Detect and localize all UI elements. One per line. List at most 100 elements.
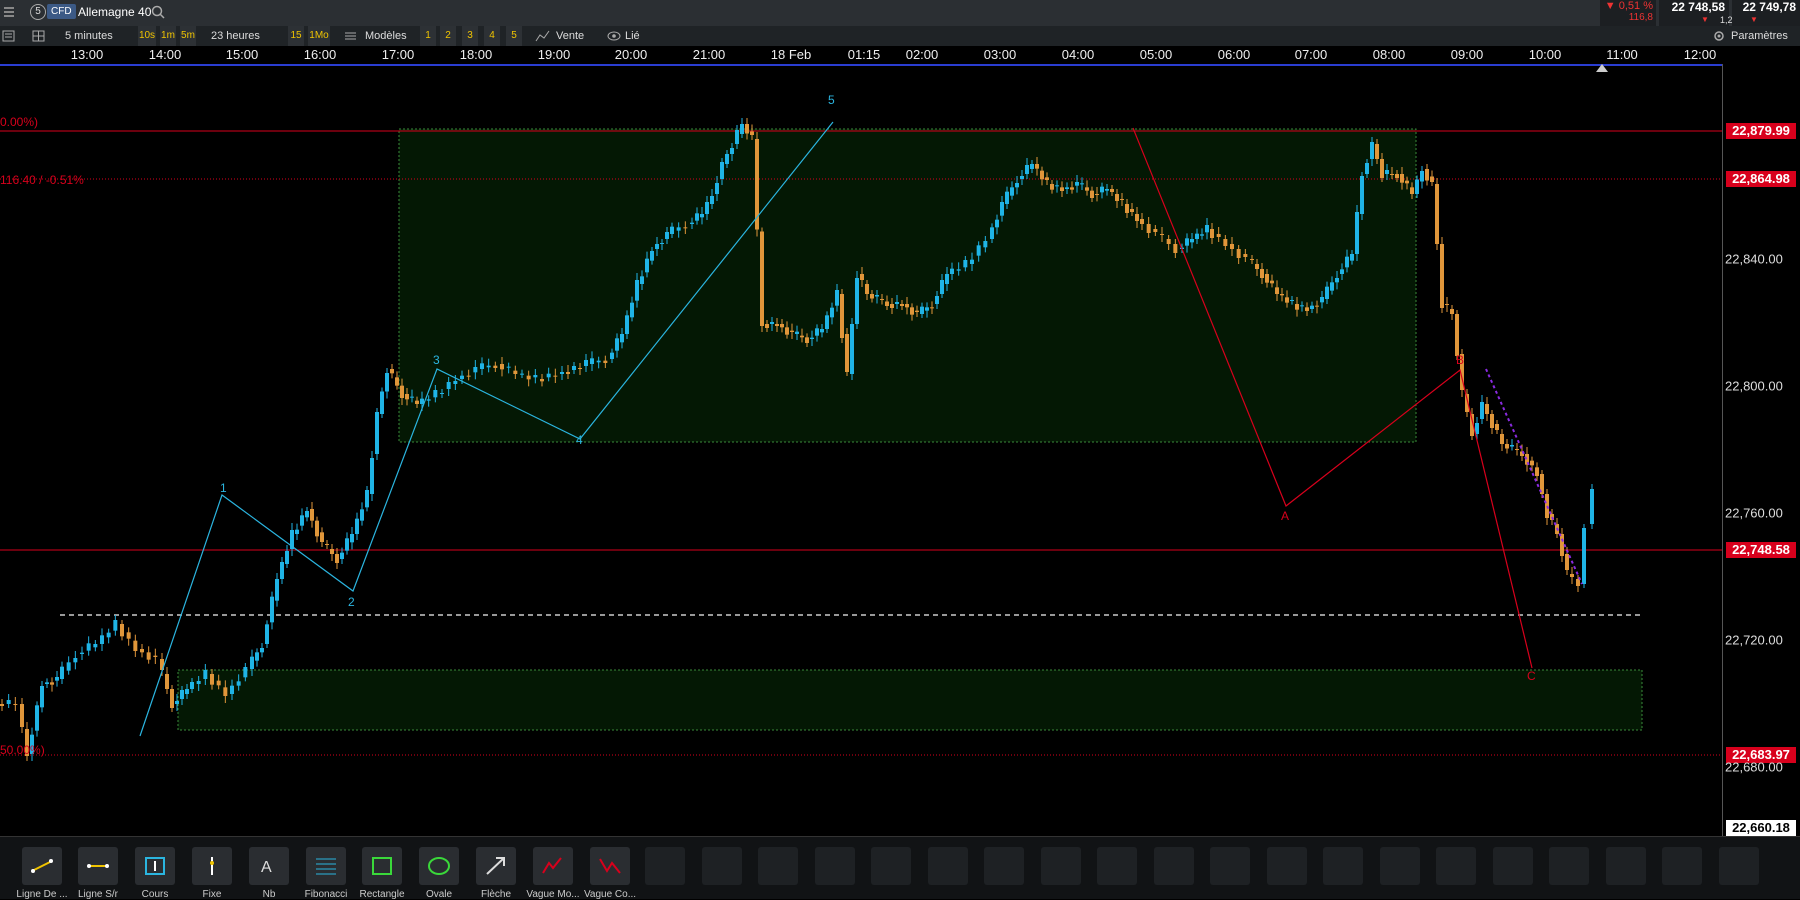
wave-corrective-tool-button[interactable] — [590, 847, 630, 885]
support-zone[interactable] — [177, 669, 1643, 731]
price-axis[interactable]: 22,879.99 22,864.98 22,840.00 22,800.00 … — [1722, 64, 1800, 836]
empty-tool-slot[interactable] — [1719, 847, 1759, 885]
timeframe-select[interactable]: 5 minutes — [62, 26, 116, 46]
candle-body — [1095, 194, 1099, 195]
list-icon[interactable] — [2, 26, 16, 46]
empty-tool-slot[interactable] — [645, 847, 685, 885]
fixed-tool-button[interactable] — [192, 847, 232, 885]
layout-icon[interactable] — [32, 26, 46, 46]
price-tag-bottom: 22,660.18 — [1726, 820, 1796, 836]
models-icon[interactable] — [344, 26, 358, 46]
candle-body — [1530, 460, 1534, 466]
empty-tool-slot[interactable] — [1606, 847, 1646, 885]
time-tick: 04:00 — [1061, 47, 1095, 62]
candle-body — [473, 367, 478, 373]
purple-trendline[interactable] — [1485, 368, 1583, 585]
trendline-tool-button[interactable] — [22, 847, 62, 885]
candle-body — [300, 515, 304, 526]
empty-tool-slot[interactable] — [758, 847, 798, 885]
models-button[interactable]: Modèles — [362, 26, 410, 46]
empty-tool-slot[interactable] — [702, 847, 742, 885]
empty-tool-slot[interactable] — [1380, 847, 1420, 885]
instrument-name[interactable]: Allemagne 40 — [78, 5, 151, 19]
candle-body — [345, 538, 349, 551]
empty-tool-slot[interactable] — [1493, 847, 1533, 885]
empty-tool-slot[interactable] — [1662, 847, 1702, 885]
duration-1mo-button[interactable]: 1Mo — [308, 26, 330, 46]
candle-body — [690, 222, 694, 224]
candle-body — [1275, 287, 1279, 294]
candle-body — [73, 658, 78, 663]
model-3-button[interactable]: 3 — [462, 26, 478, 46]
sell-icon[interactable] — [535, 26, 551, 46]
candle-body — [380, 391, 384, 414]
ask-box[interactable]: 22 749,78 ▼ — [1732, 0, 1800, 26]
model-1-button[interactable]: 1 — [420, 26, 436, 46]
bid-box[interactable]: 22 748,58 ▼ — [1659, 0, 1729, 26]
price-tool-button[interactable] — [135, 847, 175, 885]
empty-tool-slot[interactable] — [1549, 847, 1589, 885]
candle-body — [1375, 144, 1379, 159]
candle-body — [140, 649, 144, 653]
empty-tool-slot[interactable] — [815, 847, 855, 885]
empty-tool-slot[interactable] — [871, 847, 911, 885]
model-5-button[interactable]: 5 — [506, 26, 522, 46]
empty-tool-slot[interactable] — [984, 847, 1024, 885]
candle-body — [655, 244, 659, 249]
empty-tool-slot[interactable] — [1267, 847, 1307, 885]
tf-10s-button[interactable]: 10s — [138, 26, 156, 46]
window-number-badge[interactable]: 5 — [30, 4, 46, 20]
tf-1m-button[interactable]: 1m — [160, 26, 176, 46]
candle-body — [775, 324, 779, 326]
candle-body — [113, 620, 118, 631]
empty-tool-slot[interactable] — [928, 847, 968, 885]
candle-body — [1295, 304, 1299, 310]
empty-tool-slot[interactable] — [1323, 847, 1363, 885]
candle-body — [1166, 239, 1171, 244]
wave-motive-tool-button[interactable] — [533, 847, 573, 885]
sr-line-tool-button[interactable] — [78, 847, 118, 885]
duration-15-button[interactable]: 15 — [288, 26, 304, 46]
price-chart[interactable]: 1 2 3 4 5 A B C 0.00%) 116.40 / -0.51% 5… — [0, 64, 1722, 836]
text-tool-button[interactable]: A — [249, 847, 289, 885]
tool-label: Fibonacci — [304, 889, 348, 900]
candle-body — [566, 372, 570, 374]
candle-body — [1505, 444, 1509, 449]
candle-body — [1243, 254, 1248, 257]
candle-body — [1216, 234, 1221, 237]
tool-label: Vague Co... — [583, 889, 637, 900]
candle-body — [1425, 169, 1429, 181]
sell-button[interactable]: Vente — [553, 26, 587, 46]
model-2-button[interactable]: 2 — [440, 26, 456, 46]
chart-area[interactable]: 1 2 3 4 5 A B C 0.00%) 116.40 / -0.51% 5… — [0, 64, 1722, 836]
candle-body — [1070, 187, 1074, 190]
empty-tool-slot[interactable] — [1041, 847, 1081, 885]
candle-body — [665, 232, 669, 239]
model-4-button[interactable]: 4 — [484, 26, 500, 46]
candle-body — [610, 352, 614, 359]
tf-5m-button[interactable]: 5m — [180, 26, 196, 46]
candle-body — [1325, 286, 1329, 299]
rectangle-tool-button[interactable] — [362, 847, 402, 885]
empty-tool-slot[interactable] — [1436, 847, 1476, 885]
scroll-marker-icon[interactable] — [1596, 64, 1608, 72]
linked-button[interactable]: Lié — [622, 26, 643, 46]
settings-button[interactable]: Paramètres — [1728, 26, 1791, 46]
candle-body — [223, 687, 228, 696]
candle-body — [216, 680, 221, 686]
empty-tool-slot[interactable] — [1210, 847, 1250, 885]
consolidation-zone[interactable] — [398, 128, 1417, 443]
gear-icon[interactable] — [1712, 26, 1726, 46]
empty-tool-slot[interactable] — [1154, 847, 1194, 885]
candle-body — [553, 375, 558, 377]
fibonacci-tool-button[interactable] — [306, 847, 346, 885]
empty-tool-slot[interactable] — [1097, 847, 1137, 885]
candle-body — [486, 365, 491, 368]
search-icon[interactable] — [151, 5, 165, 22]
time-tick: 15:00 — [225, 47, 259, 62]
oval-tool-button[interactable] — [419, 847, 459, 885]
link-icon[interactable] — [606, 26, 622, 46]
duration-select[interactable]: 23 heures — [208, 26, 263, 46]
arrow-tool-button[interactable] — [476, 847, 516, 885]
menu-icon[interactable] — [4, 5, 14, 19]
